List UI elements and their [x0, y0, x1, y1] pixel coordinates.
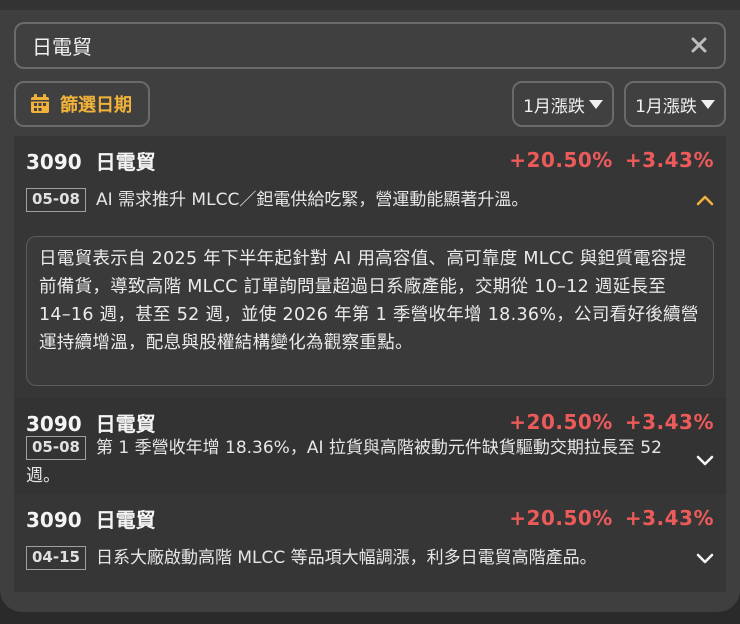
- stock-name: 日電貿: [95, 411, 156, 436]
- search-input[interactable]: [32, 33, 672, 58]
- news-item[interactable]: 3090 日電貿 +20.50% +3.43% 04-15 日系大廠啟動高階 MLCC…: [14, 494, 726, 592]
- headline-text: AI 需求推升 MLCC／鉭電供給吃緊，營運動能顯著升溫。: [95, 190, 529, 210]
- date-filter-label: 篩選日期: [60, 95, 132, 116]
- date-badge: 05-08: [26, 436, 86, 460]
- change-1m: +20.50%: [509, 506, 613, 530]
- change-1m: +20.50%: [509, 410, 613, 434]
- search-box[interactable]: [14, 22, 726, 69]
- news-headline: 05-08 第 1 季營收年增 18.36%，AI 拉貨與高階被動元件缺貨驅動交期…: [26, 434, 686, 490]
- change-day: +3.43%: [624, 148, 714, 172]
- chevron-down-icon[interactable]: [696, 552, 714, 564]
- price-change: +20.50% +3.43%: [497, 410, 714, 434]
- top-strip: [0, 0, 740, 10]
- caret-down-icon: [588, 99, 603, 109]
- stock-label: 3090 日電貿: [26, 504, 170, 533]
- sort-dropdown-label: 1月漲跌: [523, 96, 585, 117]
- close-icon[interactable]: [688, 34, 710, 56]
- price-change: +20.50% +3.43%: [497, 506, 714, 530]
- stock-code: 3090: [26, 507, 82, 532]
- calendar-icon: [31, 94, 49, 113]
- news-item[interactable]: 3090 日電貿 +20.50% +3.43% 05-08 第 1 季營收年增 18.…: [14, 398, 726, 494]
- news-panel: 篩選日期 1月漲跌 1月漲跌 3090 日電貿 +20.50% +3.43% 05-…: [0, 0, 740, 612]
- headline-text: 日系大廠啟動高階 MLCC 等品項大幅調漲，利多日電貿高階產品。: [95, 548, 597, 568]
- stock-label: 3090 日電貿: [26, 146, 170, 175]
- headline-text: 第 1 季營收年增 18.36%，AI 拉貨與高階被動元件缺貨驅動交期拉長至 5…: [26, 438, 662, 486]
- news-detail: 日電貿表示自 2025 年下半年起針對 AI 用高容值、高可靠度 MLCC 與鉭…: [26, 236, 714, 386]
- sort-dropdown-1[interactable]: 1月漲跌: [512, 81, 614, 127]
- date-badge: 05-08: [26, 188, 86, 212]
- sort-dropdown-label: 1月漲跌: [635, 96, 697, 117]
- news-item[interactable]: 3090 日電貿 +20.50% +3.43% 05-08 AI 需求推升 MLCC／…: [14, 136, 726, 398]
- news-headline: 04-15 日系大廠啟動高階 MLCC 等品項大幅調漲，利多日電貿高階產品。: [26, 544, 686, 572]
- caret-down-icon: [700, 99, 715, 109]
- change-day: +3.43%: [624, 410, 714, 434]
- date-filter-button[interactable]: 篩選日期: [14, 81, 150, 127]
- change-day: +3.43%: [624, 506, 714, 530]
- stock-code: 3090: [26, 149, 82, 174]
- stock-name: 日電貿: [95, 507, 156, 532]
- date-badge: 04-15: [26, 546, 86, 570]
- chevron-down-icon[interactable]: [696, 454, 714, 466]
- change-1m: +20.50%: [509, 148, 613, 172]
- stock-code: 3090: [26, 411, 82, 436]
- stock-name: 日電貿: [95, 149, 156, 174]
- chevron-up-icon[interactable]: [696, 194, 714, 206]
- news-headline: 05-08 AI 需求推升 MLCC／鉭電供給吃緊，營運動能顯著升溫。: [26, 186, 686, 214]
- sort-dropdown-2[interactable]: 1月漲跌: [624, 81, 726, 127]
- price-change: +20.50% +3.43%: [497, 148, 714, 172]
- stock-label: 3090 日電貿: [26, 408, 170, 437]
